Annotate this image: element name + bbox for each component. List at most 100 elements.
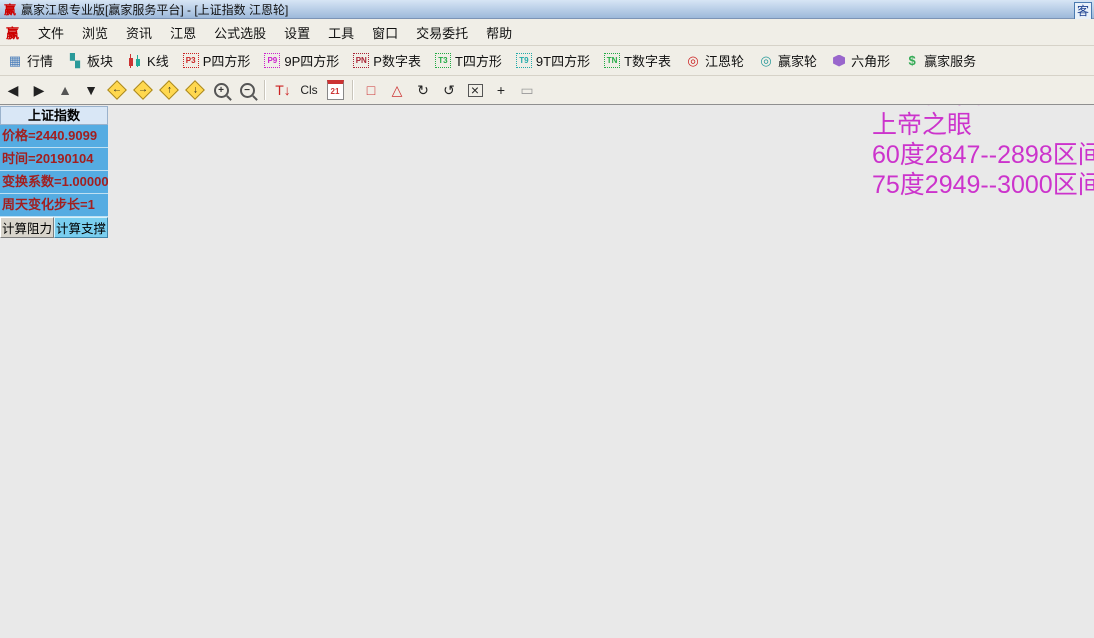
calendar-icon: 21 <box>327 80 344 100</box>
menu-logo-icon: 赢 <box>6 23 19 42</box>
menu-bar: 赢 文件浏览资讯江恩公式选股设置工具窗口交易委托帮助 <box>0 19 1094 46</box>
rotate-cw-button[interactable]: ↻ <box>411 79 435 101</box>
toolbar-label: P四方形 <box>203 51 251 70</box>
toolbar-t-number-table[interactable]: TNT数字表 <box>600 49 675 72</box>
rect-tool-button[interactable]: □ <box>359 79 383 101</box>
rotate-ccw-icon: ↺ <box>443 82 455 99</box>
prev-arrow-button[interactable]: ◀ <box>1 79 25 101</box>
quotes-icon: ▦ <box>7 53 23 69</box>
zoom-in-button[interactable]: + <box>209 79 233 101</box>
diamond-down-button[interactable]: ↓ <box>183 79 207 101</box>
toolbar-t-square[interactable]: T3T四方形 <box>431 49 506 72</box>
menu-item-trade-entrust[interactable]: 交易委托 <box>407 23 477 44</box>
diamond-right-icon: → <box>133 80 153 100</box>
toolbar-label: 江恩轮 <box>705 51 744 70</box>
title-bar: 赢 赢家江恩专业版[赢家服务平台] - [上证指数 江恩轮] <box>0 0 1094 19</box>
menu-item-help[interactable]: 帮助 <box>477 23 521 44</box>
toolbar-hexagon[interactable]: 六角形 <box>827 49 894 72</box>
menu-items: 文件浏览资讯江恩公式选股设置工具窗口交易委托帮助 <box>29 23 521 42</box>
annotation-line: 75度2949--3000区间 <box>872 170 1094 200</box>
annotation-line: 60度2847--2898区间 <box>872 140 1094 170</box>
menu-item-news[interactable]: 资讯 <box>117 23 161 44</box>
menu-item-browse[interactable]: 浏览 <box>73 23 117 44</box>
menu-item-file[interactable]: 文件 <box>29 23 73 44</box>
9t-square-icon: T9 <box>516 53 532 69</box>
down-triangle-button[interactable]: ▼ <box>79 79 103 101</box>
window-title: 赢家江恩专业版[赢家服务平台] - [上证指数 江恩轮] <box>21 1 288 18</box>
diamond-up-button[interactable]: ↑ <box>157 79 181 101</box>
calendar-button[interactable]: 21 <box>323 79 347 101</box>
menu-item-tools[interactable]: 工具 <box>319 23 363 44</box>
price-axis-icon: T↓ <box>275 82 291 98</box>
toolbar-label: 9T四方形 <box>536 51 590 70</box>
menu-item-formula-stock-pick[interactable]: 公式选股 <box>205 23 275 44</box>
time-row: 时间=20190104 <box>0 148 108 171</box>
presentation-icon: ▭ <box>520 82 533 99</box>
up-triangle-icon: ▲ <box>58 82 72 98</box>
diamond-left-button[interactable]: ← <box>105 79 129 101</box>
toolbar-label: P数字表 <box>373 51 421 70</box>
toolbar-separator <box>264 80 266 100</box>
9p-square-icon: P9 <box>264 53 280 69</box>
delete-box-icon: × <box>468 84 483 97</box>
menu-item-settings[interactable]: 设置 <box>275 23 319 44</box>
up-triangle-button[interactable]: ▲ <box>53 79 77 101</box>
toolbar-winner-wheel[interactable]: ◎赢家轮 <box>754 49 821 72</box>
toolbar-gann-wheel[interactable]: ◎江恩轮 <box>681 49 748 72</box>
center-tool-button[interactable]: + <box>489 79 513 101</box>
calc-resistance-button[interactable]: 计算阻力 <box>0 217 54 238</box>
conversion-factor-row: 变换系数=1.00000 <box>0 171 108 194</box>
cls-button[interactable]: Cls <box>297 79 321 101</box>
stock-info-panel: 上证指数 价格=2440.9099 时间=20190104 变换系数=1.000… <box>0 106 108 238</box>
toolbar-label: K线 <box>147 51 169 70</box>
winner-service-icon: $ <box>904 53 920 69</box>
rect-tool-icon: □ <box>367 82 375 98</box>
rotate-cw-icon: ↻ <box>417 82 429 99</box>
sectors-icon: ▚ <box>67 53 83 69</box>
diamond-left-icon: ← <box>107 80 127 100</box>
toolbar-quotes[interactable]: ▦行情 <box>3 49 57 72</box>
diamond-down-icon: ↓ <box>185 80 205 100</box>
delete-box-button[interactable]: × <box>463 79 487 101</box>
toolbar-separator <box>352 80 354 100</box>
hexagon-icon <box>831 53 847 69</box>
toolbar-winner-service[interactable]: $赢家服务 <box>900 49 980 72</box>
triangle-tool-icon: △ <box>392 82 403 99</box>
t-square-icon: T3 <box>435 53 451 69</box>
toolbar-label: 赢家服务 <box>924 51 976 70</box>
toolbar-9p-square[interactable]: P99P四方形 <box>260 49 343 72</box>
panel-title: 上证指数 <box>0 106 108 125</box>
kline-icon <box>127 53 143 69</box>
down-triangle-icon: ▼ <box>84 82 98 98</box>
toolbar-p-square[interactable]: P3P四方形 <box>179 49 255 72</box>
toolbar-label: 板块 <box>87 51 113 70</box>
zoom-out-button[interactable]: − <box>235 79 259 101</box>
annotation-text-block: 江恩轮中轮 上帝之眼 60度2847--2898区间 75度2949--3000… <box>872 105 1094 200</box>
rotate-ccw-button[interactable]: ↺ <box>437 79 461 101</box>
toolbar-label: T数字表 <box>624 51 671 70</box>
menu-item-gann[interactable]: 江恩 <box>161 23 205 44</box>
toolbar-label: 六角形 <box>851 51 890 70</box>
annotation-line: 上帝之眼 <box>872 110 1094 140</box>
triangle-tool-button[interactable]: △ <box>385 79 409 101</box>
price-axis-button[interactable]: T↓ <box>271 79 295 101</box>
toolbar-p-number-table[interactable]: PNP数字表 <box>349 49 425 72</box>
next-arrow-button[interactable]: ▶ <box>27 79 51 101</box>
presentation-button[interactable]: ▭ <box>515 79 539 101</box>
calc-support-button[interactable]: 计算支撑 <box>54 217 108 238</box>
diamond-right-button[interactable]: → <box>131 79 155 101</box>
menu-item-window[interactable]: 窗口 <box>363 23 407 44</box>
winner-wheel-icon: ◎ <box>758 53 774 69</box>
toolbar-sectors[interactable]: ▚板块 <box>63 49 117 72</box>
toolbar-label: 赢家轮 <box>778 51 817 70</box>
main-toolbar: ▦行情▚板块K线P3P四方形P99P四方形PNP数字表T3T四方形T99T四方形… <box>0 46 1094 76</box>
diamond-up-icon: ↑ <box>159 80 179 100</box>
toolbar-kline[interactable]: K线 <box>123 49 173 72</box>
toolbar-label: 9P四方形 <box>284 51 339 70</box>
toolbar-9t-square[interactable]: T99T四方形 <box>512 49 594 72</box>
p-number-table-icon: PN <box>353 53 369 69</box>
gann-wheel-icon: ◎ <box>685 53 701 69</box>
prev-arrow-icon: ◀ <box>8 82 19 99</box>
step-row: 周天变化步长=1 <box>0 194 108 217</box>
gann-wheel-chart[interactable]: 江恩轮中轮 上帝之眼 60度2847--2898区间 75度2949--3000… <box>0 105 1094 638</box>
